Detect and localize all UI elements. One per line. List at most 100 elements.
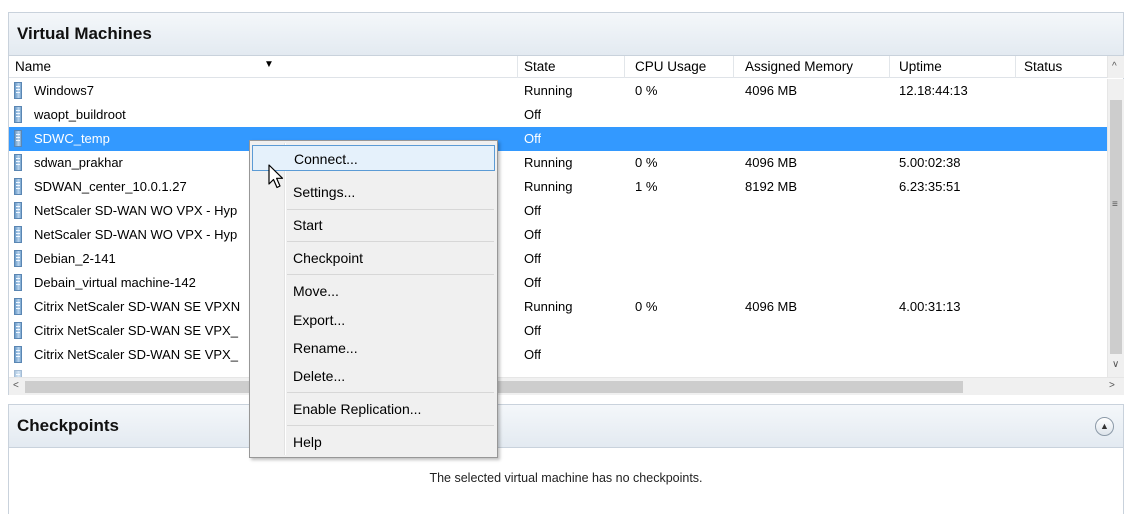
checkpoints-title: Checkpoints <box>9 405 1123 448</box>
vm-icon <box>14 82 22 99</box>
vm-cpu: 0 % <box>635 155 658 170</box>
vm-name: NetScaler SD-WAN WO VPX - Hyp <box>34 227 238 242</box>
vm-row-sdwan-prakhar[interactable]: sdwan_prakhar Running 0 % 4096 MB 5.00:0… <box>9 151 1107 175</box>
vm-state: Off <box>524 251 542 266</box>
virtual-machines-title: Virtual Machines <box>9 13 1123 56</box>
no-checkpoints-message: The selected virtual machine has no chec… <box>429 471 703 485</box>
vm-name: NetScaler SD-WAN WO VPX - Hyp <box>34 203 238 218</box>
vm-row-citrix-se-vpx-1[interactable]: Citrix NetScaler SD-WAN SE VPX_ Off <box>9 319 1107 343</box>
vm-list: Windows7 Running 0 % 4096 MB 12.18:44:13… <box>9 79 1107 377</box>
scroll-grip-icon: ≡ <box>1112 199 1118 210</box>
vm-state: Running <box>524 179 573 194</box>
vm-memory: 8192 MB <box>745 179 798 194</box>
column-header-name[interactable]: Name <box>15 59 51 74</box>
context-menu: Connect... Settings... Start Checkpoint … <box>249 140 498 458</box>
menu-separator <box>287 392 494 393</box>
menu-item-label: Rename... <box>293 340 358 356</box>
vm-row-netscaler-wo-1[interactable]: NetScaler SD-WAN WO VPX - Hyp Off <box>9 199 1107 223</box>
vm-cpu: 0 % <box>635 83 658 98</box>
vm-icon <box>14 298 22 315</box>
menu-item-help[interactable]: Help <box>252 429 495 455</box>
vm-name: Debain_virtual machine-142 <box>34 275 196 290</box>
vertical-scroll-thumb[interactable] <box>1110 100 1122 354</box>
vm-name: SDWAN_center_10.0.1.27 <box>34 179 187 194</box>
menu-separator <box>287 209 494 210</box>
vm-icon <box>14 250 22 267</box>
vm-row-debain-142[interactable]: Debain_virtual machine-142 Off <box>9 271 1107 295</box>
menu-item-checkpoint[interactable]: Checkpoint <box>252 245 495 271</box>
sort-down-icon: ▼ <box>264 59 274 70</box>
vm-memory: 4096 MB <box>745 83 798 98</box>
menu-item-label: Connect... <box>294 151 358 167</box>
vm-row-citrix-se-vpxn[interactable]: Citrix NetScaler SD-WAN SE VPXN Running … <box>9 295 1107 319</box>
menu-item-enable-replication[interactable]: Enable Replication... <box>252 396 495 422</box>
column-separator[interactable] <box>889 56 890 78</box>
chevron-up-icon: ^ <box>1112 61 1117 72</box>
vm-cpu: 1 % <box>635 179 658 194</box>
column-separator[interactable] <box>624 56 625 78</box>
menu-item-export[interactable]: Export... <box>252 307 495 333</box>
column-header-uptime[interactable]: Uptime <box>899 59 942 74</box>
vm-uptime: 5.00:02:38 <box>899 155 961 170</box>
checkpoints-panel: Checkpoints ▲ The selected virtual machi… <box>8 404 1124 514</box>
menu-item-move[interactable]: Move... <box>252 278 495 304</box>
vm-state: Running <box>524 83 573 98</box>
column-header-status[interactable]: Status <box>1024 59 1062 74</box>
menu-item-start[interactable]: Start <box>252 212 495 238</box>
column-separator[interactable] <box>517 56 518 78</box>
menu-separator <box>287 241 494 242</box>
horizontal-scrollbar[interactable]: < > <box>9 377 1124 395</box>
mouse-cursor-icon <box>268 164 284 189</box>
vm-icon <box>14 202 22 219</box>
vm-uptime: 4.00:31:13 <box>899 299 961 314</box>
column-header-assigned-memory[interactable]: Assigned Memory <box>745 59 853 74</box>
menu-item-connect[interactable]: Connect... <box>252 145 495 171</box>
vm-row-debian-2-141[interactable]: Debian_2-141 Off <box>9 247 1107 271</box>
vm-icon <box>14 130 22 147</box>
vm-state: Running <box>524 155 573 170</box>
vm-row-windows7[interactable]: Windows7 Running 0 % 4096 MB 12.18:44:13 <box>9 79 1107 103</box>
vm-uptime: 12.18:44:13 <box>899 83 968 98</box>
vm-state: Off <box>524 347 542 362</box>
vm-state: Off <box>524 275 542 290</box>
vm-row-netscaler-wo-2[interactable]: NetScaler SD-WAN WO VPX - Hyp Off <box>9 223 1107 247</box>
vm-icon <box>14 370 22 377</box>
vm-row-sdwan-center[interactable]: SDWAN_center_10.0.1.27 Running 1 % 8192 … <box>9 175 1107 199</box>
vm-name: Citrix NetScaler SD-WAN SE VPX_ <box>34 323 238 338</box>
vm-row-sdwc-temp[interactable]: SDWC_temp Off <box>9 127 1107 151</box>
vm-memory: 4096 MB <box>745 299 798 314</box>
chevron-down-icon[interactable]: ∨ <box>1112 359 1119 370</box>
chevron-left-icon[interactable]: < <box>13 380 19 391</box>
menu-item-label: Move... <box>293 283 339 299</box>
vm-row-citrix-se-vpx-2[interactable]: Citrix NetScaler SD-WAN SE VPX_ Off <box>9 343 1107 367</box>
menu-item-rename[interactable]: Rename... <box>252 335 495 361</box>
column-separator[interactable] <box>733 56 734 78</box>
vm-icon <box>14 178 22 195</box>
column-header-cpu-usage[interactable]: CPU Usage <box>635 59 706 74</box>
column-header-row: Name ▼ State CPU Usage Assigned Memory U… <box>9 56 1107 78</box>
menu-separator <box>287 425 494 426</box>
vm-name: Windows7 <box>34 83 94 98</box>
column-header-state[interactable]: State <box>524 59 556 74</box>
menu-item-delete[interactable]: Delete... <box>252 363 495 389</box>
collapse-chevron-icon[interactable]: ▲ <box>1095 417 1114 436</box>
vm-name: Citrix NetScaler SD-WAN SE VPXN <box>34 299 241 314</box>
vm-icon <box>14 274 22 291</box>
vm-name: Citrix NetScaler SD-WAN SE VPX_ <box>34 347 238 362</box>
menu-item-settings[interactable]: Settings... <box>252 179 495 205</box>
vm-name: waopt_buildroot <box>34 107 126 122</box>
vm-icon <box>14 322 22 339</box>
vertical-scrollbar[interactable]: ≡ ∨ <box>1107 79 1124 377</box>
vm-row-waopt-buildroot[interactable]: waopt_buildroot Off <box>9 103 1107 127</box>
vm-cpu: 0 % <box>635 299 658 314</box>
scroll-up-corner[interactable]: ^ <box>1107 56 1124 78</box>
menu-item-label: Settings... <box>293 184 356 200</box>
menu-item-label: Help <box>293 434 322 450</box>
chevron-right-icon[interactable]: > <box>1109 380 1115 391</box>
column-separator[interactable] <box>1015 56 1016 78</box>
vm-row-partially-hidden[interactable] <box>9 367 1107 377</box>
menu-separator <box>287 274 494 275</box>
vm-memory: 4096 MB <box>745 155 798 170</box>
vm-state: Running <box>524 299 573 314</box>
vm-icon <box>14 346 22 363</box>
